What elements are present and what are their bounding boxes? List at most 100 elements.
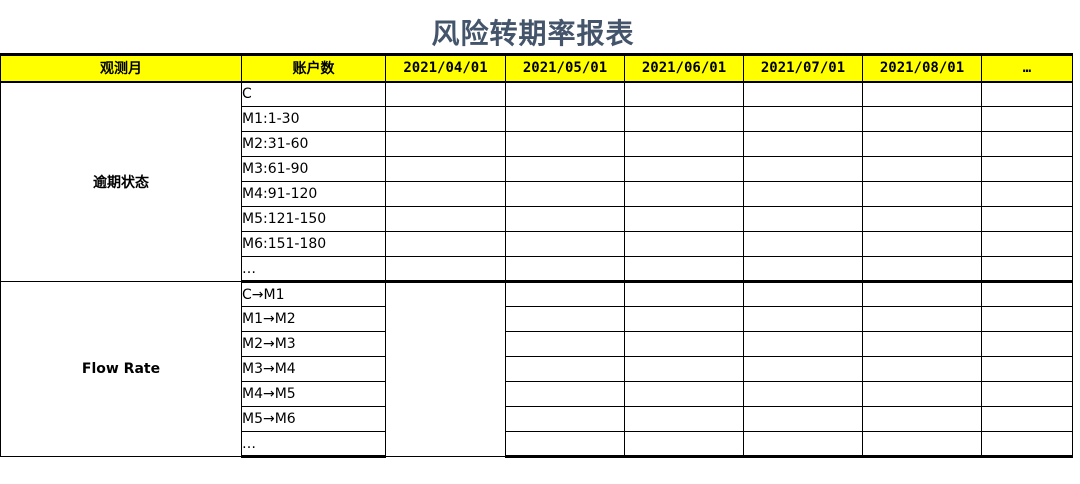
table-cell[interactable] (624, 306, 744, 332)
table-cell[interactable] (743, 131, 863, 157)
table-cell[interactable] (624, 106, 744, 132)
header-account-count: 账户数 (241, 53, 386, 83)
table-cell[interactable] (862, 431, 982, 458)
table-cell[interactable] (743, 231, 863, 257)
table-cell[interactable] (862, 356, 982, 382)
table-cell[interactable] (385, 81, 506, 107)
table-cell[interactable] (862, 306, 982, 332)
header-date-3: 2021/06/01 (624, 53, 744, 83)
table-cell[interactable] (862, 281, 982, 307)
table-cell[interactable] (624, 431, 744, 458)
table-row: 逾期状态 C (0, 81, 1073, 282)
table-cell[interactable] (385, 106, 506, 132)
table-cell[interactable] (743, 356, 863, 382)
table-cell[interactable] (385, 256, 506, 283)
table-cell[interactable] (624, 231, 744, 257)
table-cell[interactable] (981, 106, 1073, 132)
table-cell[interactable] (505, 431, 625, 458)
row-label: C→M1 (241, 281, 386, 307)
section-label: 逾期状态 (0, 81, 242, 282)
table-cell[interactable] (981, 181, 1073, 207)
table-cell[interactable] (505, 381, 625, 407)
table-cell[interactable] (981, 256, 1073, 283)
table-cell[interactable] (743, 281, 863, 307)
table-cell[interactable] (862, 381, 982, 407)
table-cell[interactable] (505, 131, 625, 157)
row-label: M2→M3 (241, 331, 386, 357)
table-cell[interactable] (505, 356, 625, 382)
table-cell[interactable] (743, 106, 863, 132)
table-cell[interactable] (981, 81, 1073, 107)
table-cell[interactable] (385, 231, 506, 257)
table-cell[interactable] (624, 256, 744, 283)
row-label: … (241, 256, 386, 283)
table-cell[interactable] (624, 181, 744, 207)
table-cell[interactable] (862, 231, 982, 257)
table-cell[interactable] (743, 331, 863, 357)
table-cell[interactable] (862, 106, 982, 132)
table-cell[interactable] (624, 81, 744, 107)
table-cell[interactable] (743, 256, 863, 283)
merged-empty-cell[interactable] (385, 281, 506, 457)
table-cell[interactable] (624, 381, 744, 407)
table-cell[interactable] (981, 356, 1073, 382)
table-cell[interactable] (385, 206, 506, 232)
table-cell[interactable] (862, 181, 982, 207)
table-cell[interactable] (624, 131, 744, 157)
table-cell[interactable] (743, 81, 863, 107)
header-date-1: 2021/04/01 (385, 53, 506, 83)
table-cell[interactable] (505, 206, 625, 232)
table-cell[interactable] (981, 156, 1073, 182)
table-cell[interactable] (505, 81, 625, 107)
table-cell[interactable] (743, 306, 863, 332)
table-cell[interactable] (385, 156, 506, 182)
table-cell[interactable] (743, 381, 863, 407)
table-cell[interactable] (505, 106, 625, 132)
table-cell[interactable] (862, 81, 982, 107)
table-cell[interactable] (743, 406, 863, 432)
table-cell[interactable] (862, 331, 982, 357)
table-cell[interactable] (624, 331, 744, 357)
table-cell[interactable] (862, 156, 982, 182)
table-cell[interactable] (743, 431, 863, 458)
table-cell[interactable] (981, 131, 1073, 157)
table-cell[interactable] (505, 256, 625, 283)
table-cell[interactable] (505, 331, 625, 357)
table-cell[interactable] (505, 406, 625, 432)
table-cell[interactable] (505, 231, 625, 257)
table-cell[interactable] (862, 206, 982, 232)
table-cell[interactable] (981, 206, 1073, 232)
table-cell[interactable] (624, 406, 744, 432)
table-cell[interactable] (505, 281, 625, 307)
table-cell[interactable] (981, 406, 1073, 432)
table-cell[interactable] (505, 156, 625, 182)
table-cell[interactable] (624, 156, 744, 182)
table-cell[interactable] (981, 431, 1073, 458)
table-cell[interactable] (743, 156, 863, 182)
table-cell[interactable] (385, 181, 506, 207)
table-cell[interactable] (981, 231, 1073, 257)
table-cell[interactable] (981, 281, 1073, 307)
table-row: Flow Rate C→M1 (0, 281, 1073, 457)
table-cell[interactable] (624, 281, 744, 307)
row-label: M3→M4 (241, 356, 386, 382)
table-cell[interactable] (505, 306, 625, 332)
table-cell[interactable] (624, 206, 744, 232)
section-label: Flow Rate (0, 281, 242, 457)
risk-transition-table: 观测月 账户数 2021/04/01 2021/05/01 2021/06/01… (0, 53, 1073, 458)
row-label: M3:61-90 (241, 156, 386, 182)
table-cell[interactable] (743, 206, 863, 232)
table-cell[interactable] (624, 356, 744, 382)
table-cell[interactable] (981, 381, 1073, 407)
table-cell[interactable] (862, 406, 982, 432)
row-label: M4:91-120 (241, 181, 386, 207)
row-label: M1→M2 (241, 306, 386, 332)
row-label: M5→M6 (241, 406, 386, 432)
table-cell[interactable] (743, 181, 863, 207)
table-cell[interactable] (862, 131, 982, 157)
table-cell[interactable] (505, 181, 625, 207)
table-cell[interactable] (981, 306, 1073, 332)
table-cell[interactable] (862, 256, 982, 283)
table-cell[interactable] (385, 131, 506, 157)
table-cell[interactable] (981, 331, 1073, 357)
